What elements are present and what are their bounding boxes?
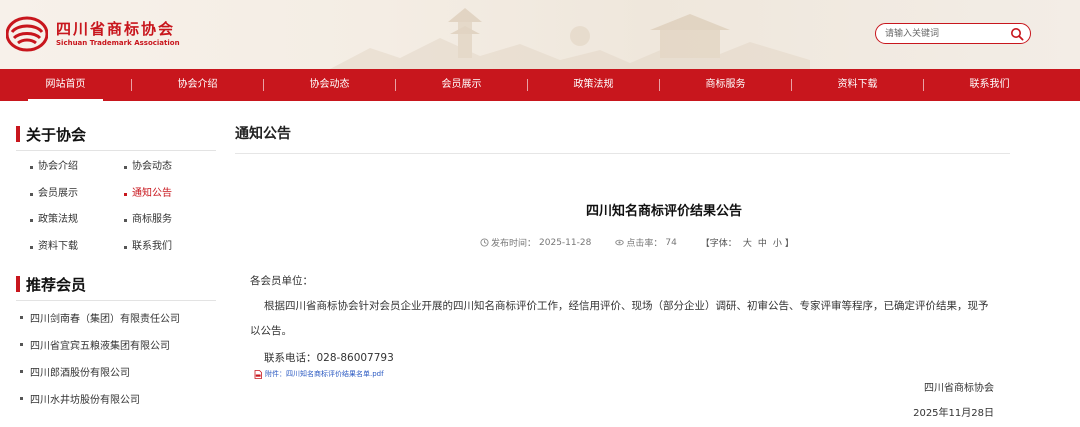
list-item[interactable]: 四川水井坊股份有限公司: [20, 391, 216, 418]
publish-date: 2025-11-28: [539, 237, 592, 248]
list-item[interactable]: 四川省宜宾五粮液集团有限公司: [20, 337, 216, 364]
bullet-icon: [20, 397, 23, 400]
bullet-icon: [124, 166, 127, 169]
sidebar-item-notices[interactable]: 通知公告: [124, 187, 218, 214]
bullet-icon: [30, 192, 33, 196]
logo-mark-icon: [6, 16, 48, 52]
nav-item-news[interactable]: 协会动态: [264, 69, 395, 101]
sidebar-item-label: 通知公告: [132, 187, 172, 199]
sidebar-link-grid: 协会介绍 协会动态 会员展示 通知公告 政策法规 商标服务 资料下载 联系我们: [30, 160, 216, 266]
sidebar-item-label: 会员展示: [38, 187, 78, 199]
bullet-icon: [124, 192, 127, 196]
list-item[interactable]: 四川郎酒股份有限公司: [20, 364, 216, 391]
sidebar-item-about[interactable]: 协会介绍: [30, 160, 124, 187]
eye-icon: [615, 239, 625, 246]
sidebar-item-policy[interactable]: 政策法规: [30, 213, 124, 240]
sidebar: 关于协会 协会介绍 协会动态 会员展示 通知公告 政策法规 商标服务 资料下载 …: [16, 124, 216, 418]
sidebar-item-label: 协会介绍: [38, 161, 78, 172]
logo-english-name: Sichuan Trademark Association: [56, 39, 180, 47]
page-title: 通知公告: [235, 126, 291, 142]
sidebar-recommend-title: 推荐会员: [26, 275, 87, 294]
sidebar-about-title: 关于协会: [26, 125, 87, 144]
divider: [16, 150, 216, 151]
bullet-icon: [30, 245, 33, 249]
sidebar-item-contact[interactable]: 联系我们: [124, 240, 218, 267]
article-title: 四川知名商标评价结果公告: [585, 204, 742, 219]
font-small-button[interactable]: 小: [773, 239, 782, 249]
nav-item-services[interactable]: 商标服务: [660, 69, 791, 101]
sidebar-item-label: 资料下载: [38, 240, 78, 252]
bullet-icon: [124, 245, 127, 249]
article-signature: 四川省商标协会 2025年11月28日: [913, 376, 994, 426]
publish-label: 发布时间：: [491, 239, 537, 249]
divider: [235, 153, 1010, 154]
contact-phone: 联系电话：028-86007793: [264, 352, 394, 364]
font-large-button[interactable]: 大: [743, 239, 752, 249]
article-salutation: 各会员单位：: [250, 275, 313, 287]
site-header: 四川省商标协会 Sichuan Trademark Association: [0, 0, 1080, 69]
bullet-icon: [124, 219, 127, 222]
views-label: 点击率：: [626, 239, 663, 249]
views-count: 74: [665, 237, 677, 248]
bullet-icon: [20, 343, 23, 346]
divider: [16, 300, 216, 301]
font-size-controls: 【字体： 大中小】: [701, 236, 797, 249]
article-body: 各会员单位： 根据四川省商标协会针对会员企业开展的四川知名商标评价工作，经信用评…: [250, 272, 995, 380]
sidebar-item-services[interactable]: 商标服务: [124, 213, 218, 240]
article-paragraph: 根据四川省商标协会针对会员企业开展的四川知名商标评价工作，经信用评价、现场（部分…: [250, 300, 989, 337]
member-name: 四川剑南春（集团）有限责任公司: [30, 314, 180, 325]
nav-item-downloads[interactable]: 资料下载: [792, 69, 923, 101]
main-navigation: 网站首页 协会介绍 协会动态 会员展示 政策法规 商标服务 资料下载 联系我们: [0, 69, 1080, 101]
sidebar-item-downloads[interactable]: 资料下载: [30, 240, 124, 267]
member-name: 四川郎酒股份有限公司: [30, 368, 130, 379]
nav-item-home[interactable]: 网站首页: [0, 69, 131, 101]
list-item[interactable]: 四川剑南春（集团）有限责任公司: [20, 310, 216, 337]
sidebar-recommend-heading: 推荐会员: [16, 274, 216, 294]
main-content: 通知公告 四川知名商标评价结果公告 发布时间： 2025-11-28 点击率： …: [235, 124, 1010, 419]
search-box: [875, 23, 1031, 44]
attachment-name: 附件：四川知名商标评价结果名单.pdf: [265, 370, 384, 378]
clock-icon: [480, 238, 489, 247]
signature-org: 四川省商标协会: [924, 383, 994, 394]
member-name: 四川水井坊股份有限公司: [30, 395, 140, 406]
search-input[interactable]: [885, 27, 1005, 41]
font-label: 【字体：: [700, 239, 737, 249]
nav-item-policy[interactable]: 政策法规: [528, 69, 659, 101]
signature-date: 2025年11月28日: [913, 408, 994, 419]
site-logo[interactable]: 四川省商标协会 Sichuan Trademark Association: [6, 16, 180, 52]
bullet-icon: [20, 316, 23, 319]
heading-accent-bar: [16, 276, 20, 292]
sidebar-about-heading: 关于协会: [16, 124, 216, 144]
bullet-icon: [30, 166, 33, 169]
font-medium-button[interactable]: 中: [758, 239, 767, 249]
bullet-icon: [20, 370, 23, 373]
sidebar-item-members[interactable]: 会员展示: [30, 187, 124, 214]
pdf-icon: [254, 369, 262, 379]
nav-item-members[interactable]: 会员展示: [396, 69, 527, 101]
member-name: 四川省宜宾五粮液集团有限公司: [30, 341, 170, 352]
sidebar-item-label: 协会动态: [132, 161, 172, 172]
header-landscape-decoration: [330, 8, 810, 69]
sidebar-item-label: 政策法规: [38, 214, 78, 225]
nav-item-about[interactable]: 协会介绍: [132, 69, 263, 101]
logo-chinese-name: 四川省商标协会: [56, 20, 176, 38]
search-icon[interactable]: [1010, 27, 1024, 41]
sidebar-item-news[interactable]: 协会动态: [124, 160, 218, 187]
attachment-link[interactable]: 附件：四川知名商标评价结果名单.pdf: [254, 368, 995, 380]
recommended-members-list: 四川剑南春（集团）有限责任公司 四川省宜宾五粮液集团有限公司 四川郎酒股份有限公…: [20, 310, 216, 418]
font-label-close: 】: [784, 239, 794, 249]
nav-item-contact[interactable]: 联系我们: [924, 69, 1055, 101]
sidebar-item-label: 商标服务: [132, 214, 172, 225]
article-meta: 发布时间： 2025-11-28 点击率： 74 【字体： 大中小】: [480, 236, 800, 249]
sidebar-item-label: 联系我们: [132, 240, 172, 252]
bullet-icon: [30, 219, 33, 222]
heading-accent-bar: [16, 126, 20, 142]
